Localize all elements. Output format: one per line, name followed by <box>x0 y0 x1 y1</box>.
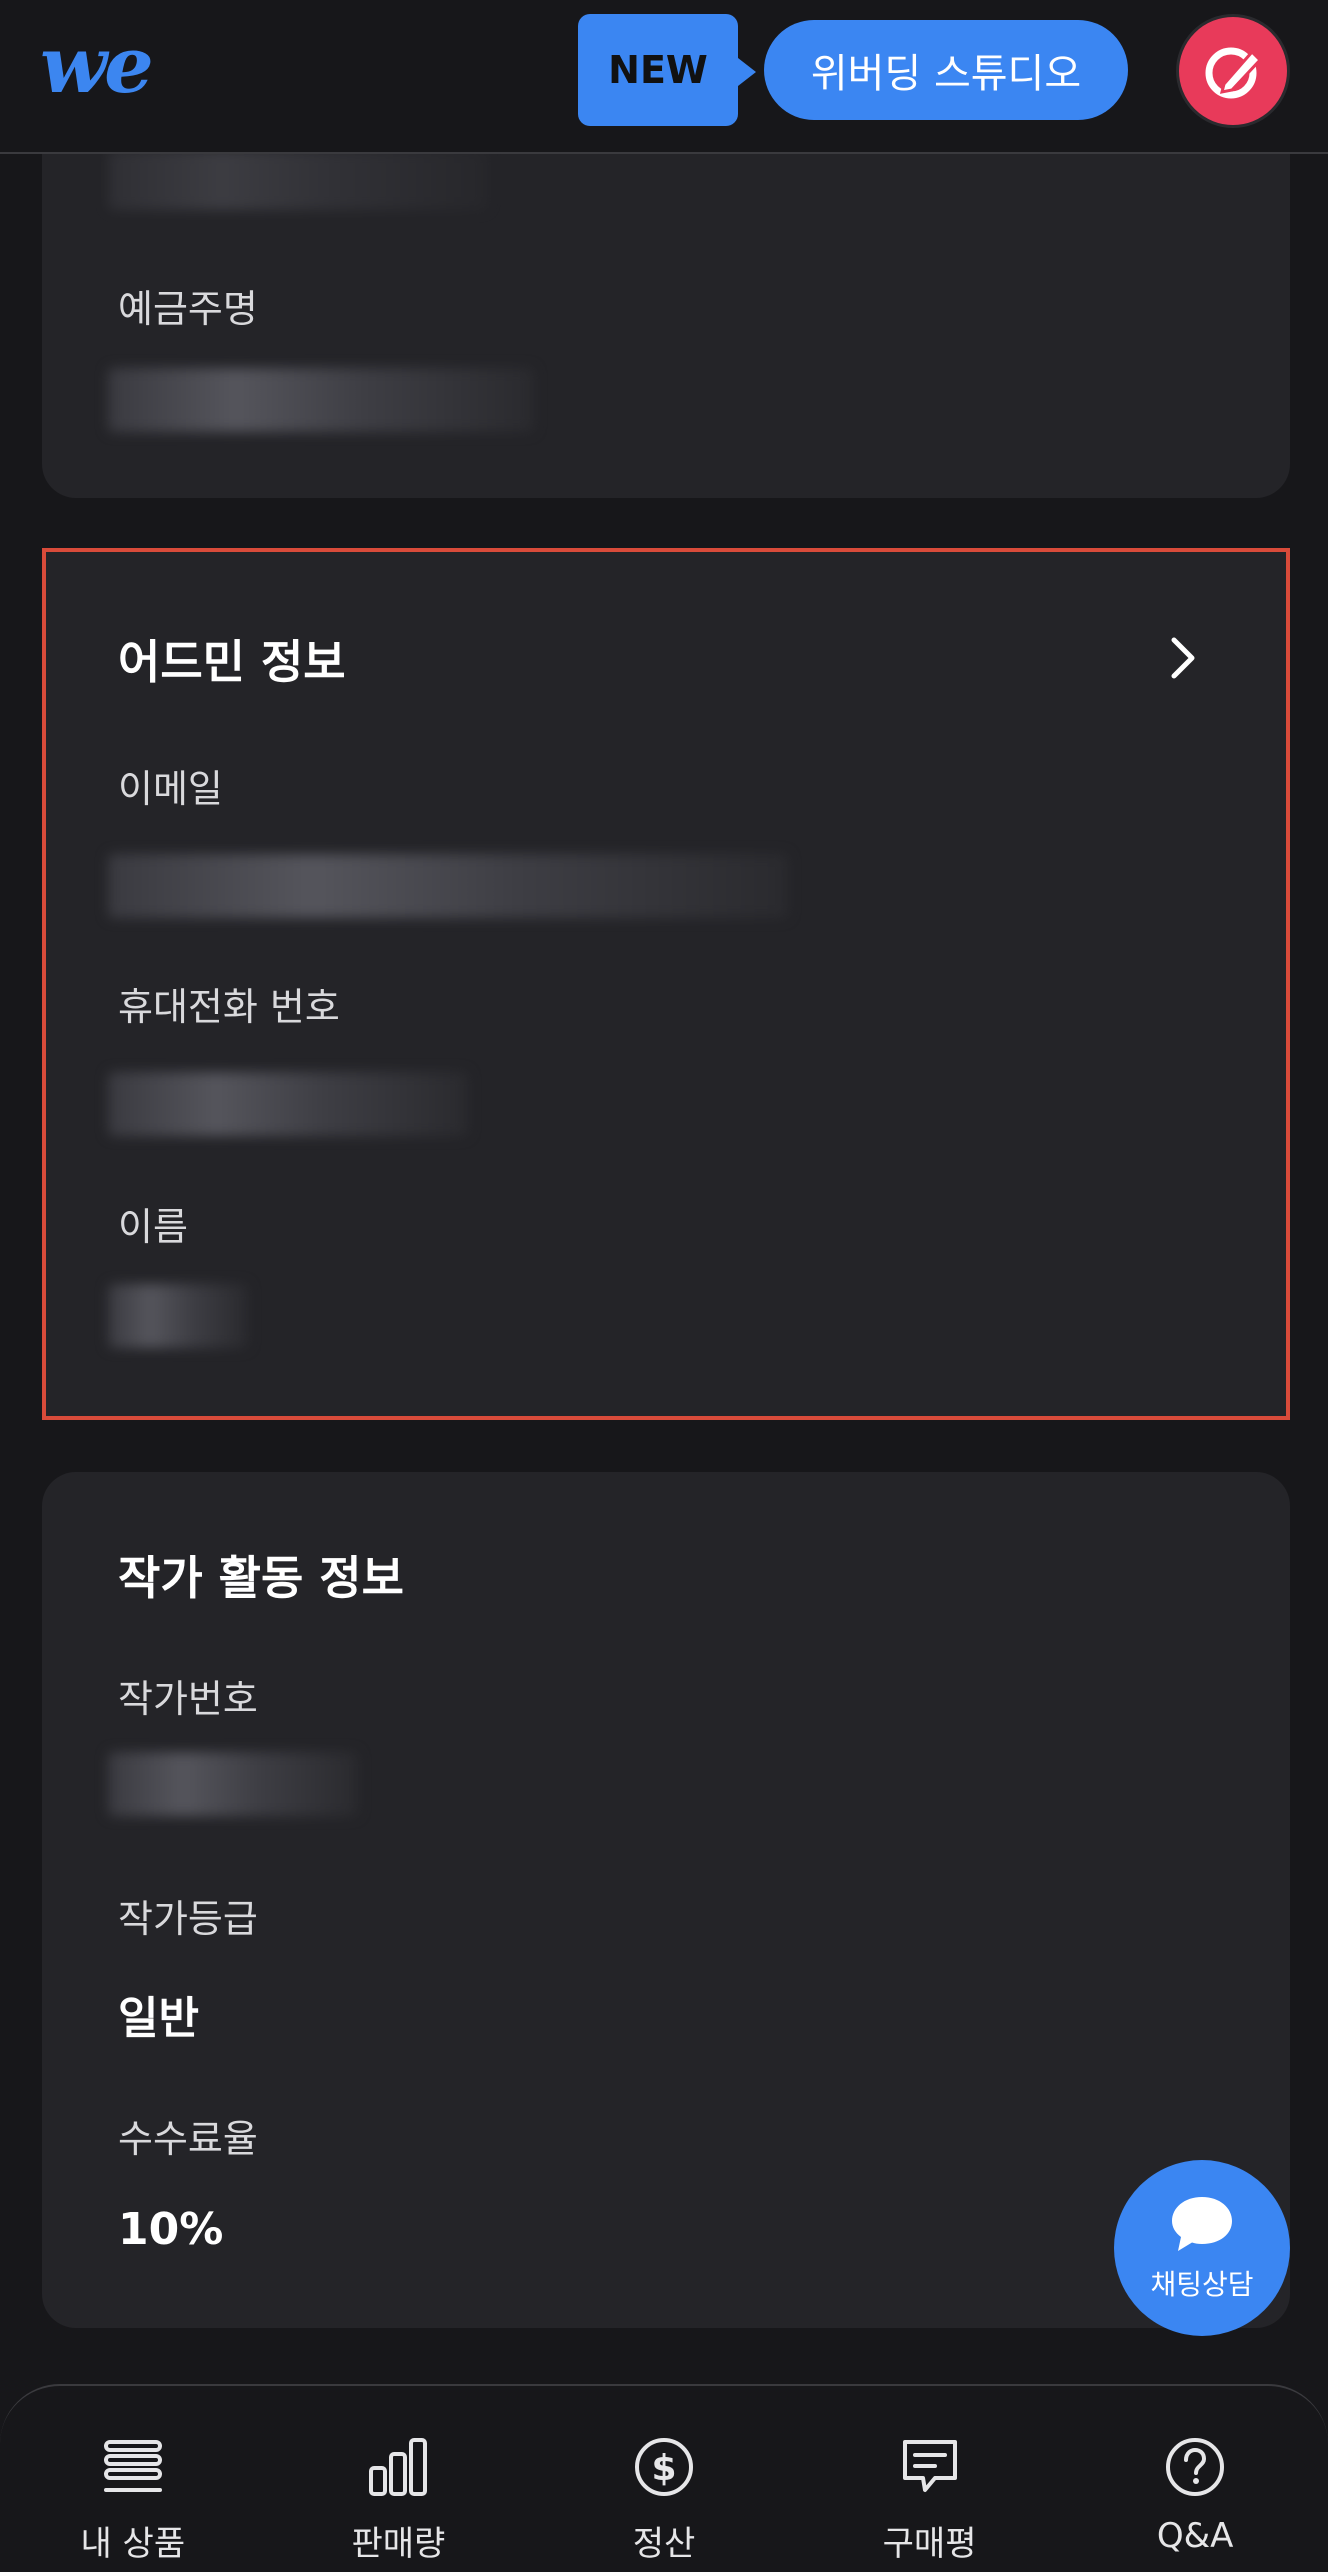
studio-button[interactable]: 위버딩 스튜디오 <box>764 20 1128 120</box>
admin-info-title: 어드민 정보 <box>118 635 346 689</box>
fee-rate-label: 수수료율 <box>118 2117 258 2161</box>
top-header: we NEW 위버딩 스튜디오 <box>0 0 1328 154</box>
nav-item-reviews[interactable]: 구매평 <box>830 2386 1030 2565</box>
bar-chart-icon <box>369 2438 428 2496</box>
phone-label: 휴대전화 번호 <box>118 985 340 1029</box>
fee-rate-value: 10% <box>118 2204 224 2255</box>
nav-label-reviews: 구매평 <box>882 2524 977 2564</box>
nav-item-qna[interactable]: Q&A <box>1095 2386 1295 2556</box>
dollar-circle-icon: $ <box>634 2438 693 2496</box>
chat-bubble-icon <box>1172 2197 1232 2251</box>
chat-consult-button[interactable]: 채팅상담 <box>1114 2160 1290 2336</box>
chat-consult-label: 채팅상담 <box>1150 2268 1254 2301</box>
svg-text:$: $ <box>651 2448 676 2489</box>
redacted-phone <box>108 1072 468 1136</box>
bottom-nav: 내 상품 판매량 $ 정산 구매평 Q&A <box>0 2384 1328 2572</box>
question-circle-icon <box>1166 2438 1225 2496</box>
nav-label-settlement: 정산 <box>632 2524 696 2564</box>
nav-item-settlement[interactable]: $ 정산 <box>564 2386 764 2565</box>
comment-icon <box>902 2440 957 2492</box>
author-grade-label: 작가등급 <box>118 1897 258 1941</box>
nav-label-my-products: 내 상품 <box>80 2524 186 2564</box>
profile-avatar-button[interactable] <box>1176 14 1290 128</box>
account-holder-label: 예금주명 <box>118 287 258 331</box>
redacted-author-number <box>108 1752 358 1816</box>
author-number-label: 작가번호 <box>118 1677 258 1721</box>
redacted-email <box>108 854 788 918</box>
name-label: 이름 <box>118 1205 188 1249</box>
redacted-account-holder <box>108 368 534 432</box>
nav-item-my-products[interactable]: 내 상품 <box>33 2386 233 2565</box>
chevron-right-icon[interactable] <box>1160 630 1204 686</box>
redacted-account-number <box>108 150 488 210</box>
nav-item-sales[interactable]: 판매량 <box>298 2386 498 2565</box>
new-badge: NEW <box>578 14 756 126</box>
list-icon <box>103 2440 162 2492</box>
nav-label-qna: Q&A <box>1156 2516 1234 2556</box>
redacted-name <box>108 1284 248 1348</box>
logo[interactable]: we <box>40 26 154 106</box>
author-grade-value: 일반 <box>118 1993 199 2044</box>
email-label: 이메일 <box>118 767 223 811</box>
nav-label-sales: 판매량 <box>351 2524 446 2564</box>
edit-pencil-icon <box>1205 47 1263 99</box>
page: we NEW 위버딩 스튜디오 예금주명 어드민 정보 이메일 휴대전화 번호 … <box>0 0 1328 2572</box>
author-info-title: 작가 활동 정보 <box>118 1551 404 1605</box>
